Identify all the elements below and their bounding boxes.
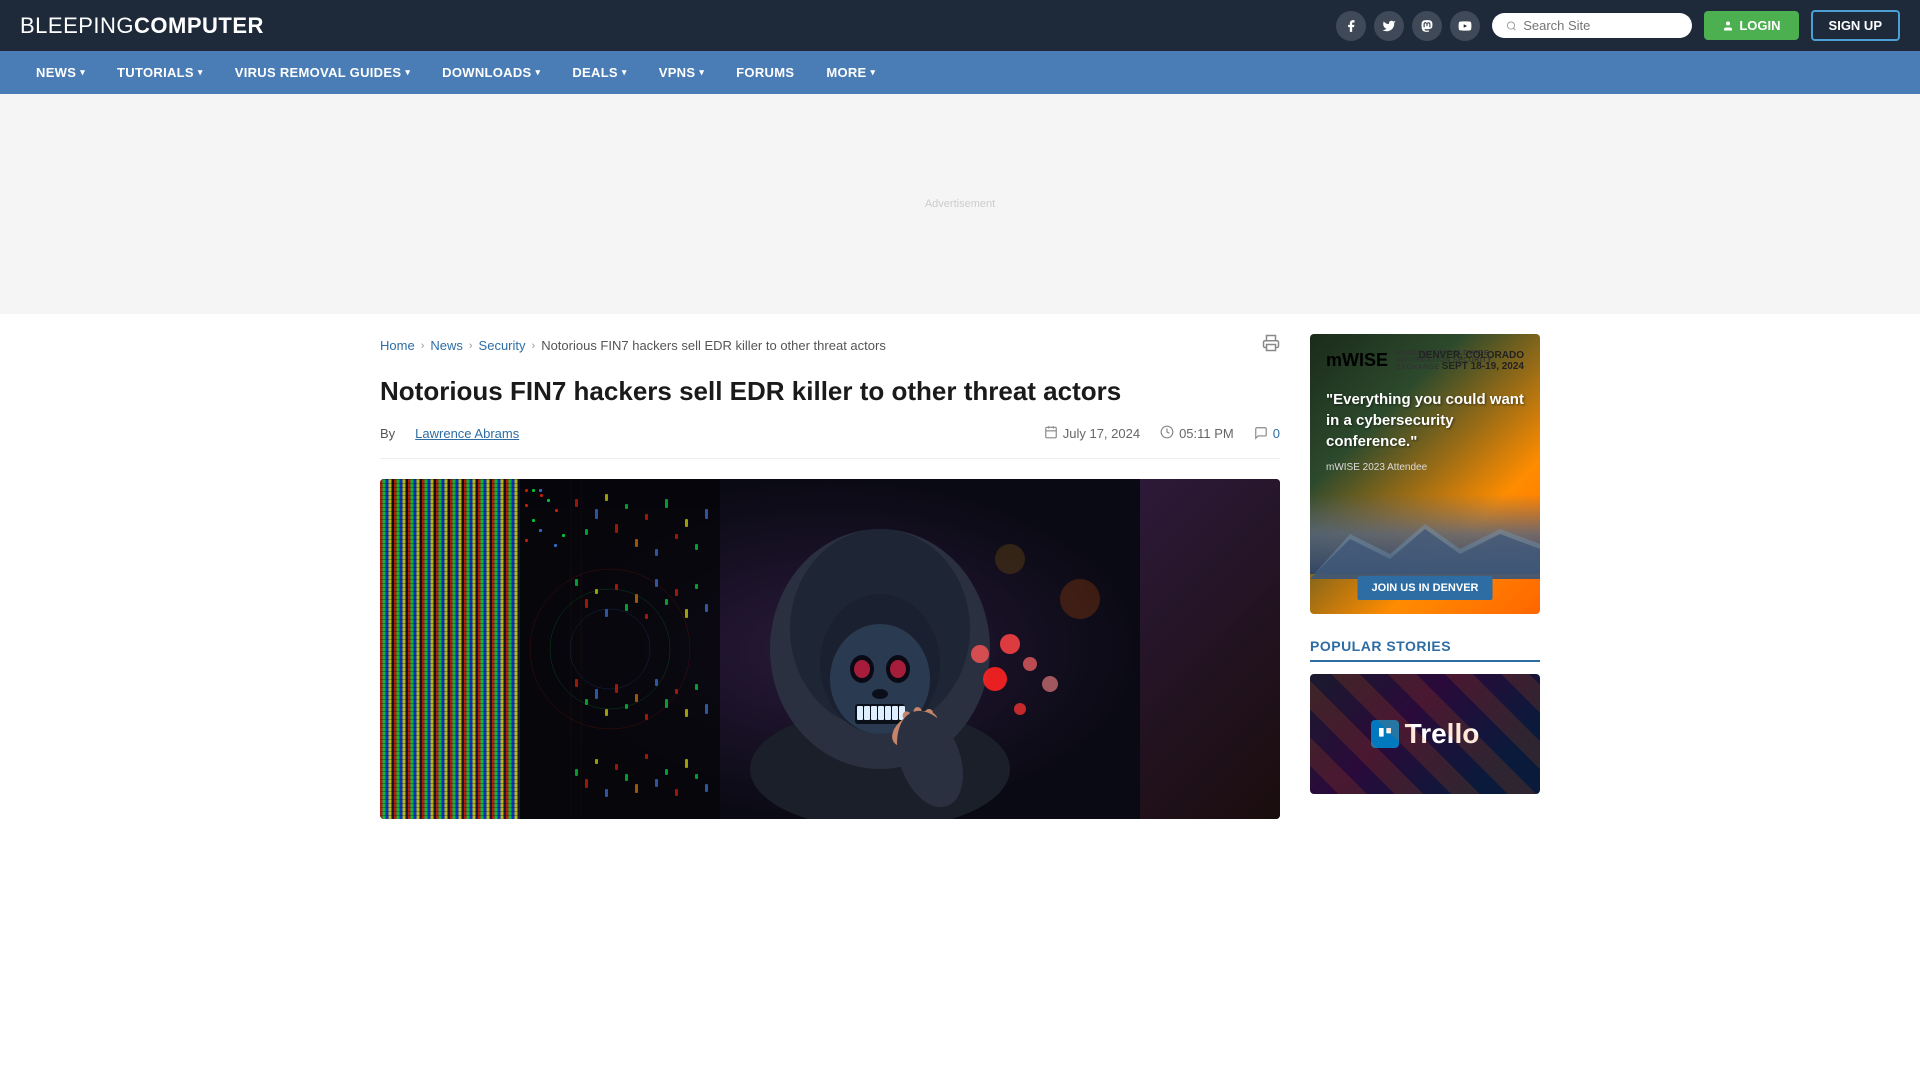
search-box[interactable]: [1492, 13, 1692, 38]
chevron-down-icon: ▾: [405, 67, 410, 78]
calendar-icon: [1044, 425, 1058, 442]
author-by-label: By: [380, 426, 395, 441]
article-date: July 17, 2024: [1044, 425, 1140, 442]
chevron-down-icon: ▾: [536, 67, 541, 78]
breadcrumb-separator: ›: [469, 340, 473, 352]
nav-item-tutorials[interactable]: TUTORIALS ▾: [101, 51, 219, 94]
ad-banner-top: Advertisement: [0, 94, 1920, 314]
ad-cta-button[interactable]: JOIN US IN DENVER: [1358, 576, 1493, 600]
sidebar-ad[interactable]: mWISE MANDIANT WORLDWIDE INFORMATION SEC…: [1310, 334, 1540, 614]
comment-icon: [1254, 426, 1268, 440]
hacker-illustration: [380, 479, 1280, 819]
article-comments: 0: [1254, 426, 1280, 441]
breadcrumb-security[interactable]: Security: [479, 338, 526, 353]
youtube-icon[interactable]: [1450, 11, 1480, 41]
article-time: 05:11 PM: [1160, 425, 1234, 442]
ad-location: DENVER, COLORADO SEPT 18-19, 2024: [1418, 350, 1524, 372]
clock-icon: [1160, 425, 1174, 442]
nav-item-forums[interactable]: FORUMS: [720, 51, 810, 94]
popular-stories-title: POPULAR STORIES: [1310, 638, 1540, 662]
chevron-down-icon: ▾: [871, 67, 876, 78]
logo-regular: BLEEPING: [20, 13, 134, 38]
breadcrumb-separator: ›: [532, 340, 536, 352]
popular-stories-section: POPULAR STORIES Trello: [1310, 638, 1540, 794]
user-icon: [1722, 20, 1734, 32]
comments-link[interactable]: 0: [1273, 426, 1280, 441]
site-logo[interactable]: BLEEPINGCOMPUTER: [20, 13, 264, 39]
main-content: Home › News › Security › Notorious FIN7 …: [360, 314, 1560, 839]
main-navigation: NEWS ▾ TUTORIALS ▾ VIRUS REMOVAL GUIDES …: [0, 51, 1920, 94]
facebook-icon[interactable]: [1336, 11, 1366, 41]
breadcrumb-news[interactable]: News: [430, 338, 463, 353]
logo-bold: COMPUTER: [134, 13, 264, 38]
ad-attribution: mWISE 2023 Attendee: [1326, 462, 1524, 473]
article-image: [380, 479, 1280, 819]
print-icon[interactable]: [1262, 334, 1280, 357]
social-icons: [1336, 11, 1480, 41]
popular-story-trello[interactable]: Trello: [1310, 674, 1540, 794]
chevron-down-icon: ▾: [80, 67, 85, 78]
header-right: LOGIN SIGN UP: [1336, 10, 1900, 41]
chevron-down-icon: ▾: [699, 67, 704, 78]
chevron-down-icon: ▾: [198, 67, 203, 78]
breadcrumb-separator: ›: [421, 340, 425, 352]
search-input[interactable]: [1523, 18, 1678, 33]
chevron-down-icon: ▾: [622, 67, 627, 78]
signup-button[interactable]: SIGN UP: [1811, 10, 1900, 41]
search-icon: [1506, 20, 1517, 32]
ad-logo: mWISE: [1326, 350, 1388, 371]
mastodon-icon[interactable]: [1412, 11, 1442, 41]
article-title: Notorious FIN7 hackers sell EDR killer t…: [380, 375, 1280, 409]
article-area: Home › News › Security › Notorious FIN7 …: [380, 334, 1280, 819]
ad-quote: "Everything you could want in a cybersec…: [1326, 389, 1524, 452]
mountain-decoration: [1310, 519, 1540, 579]
nav-item-vpns[interactable]: VPNS ▾: [643, 51, 720, 94]
breadcrumb: Home › News › Security › Notorious FIN7 …: [380, 334, 1280, 357]
breadcrumb-home[interactable]: Home: [380, 338, 415, 353]
breadcrumb-current: Notorious FIN7 hackers sell EDR killer t…: [541, 338, 886, 353]
site-header: BLEEPINGCOMPUTER LOGIN SIGN UP: [0, 0, 1920, 51]
login-button[interactable]: LOGIN: [1704, 11, 1798, 40]
article-meta: By Lawrence Abrams July 17, 2024 05:11 P…: [380, 425, 1280, 459]
nav-item-deals[interactable]: DEALS ▾: [556, 51, 642, 94]
nav-item-news[interactable]: NEWS ▾: [20, 51, 101, 94]
nav-item-virus-removal[interactable]: VIRUS REMOVAL GUIDES ▾: [219, 51, 426, 94]
nav-item-more[interactable]: MORE ▾: [810, 51, 891, 94]
nav-item-downloads[interactable]: DOWNLOADS ▾: [426, 51, 556, 94]
twitter-icon[interactable]: [1374, 11, 1404, 41]
author-link[interactable]: Lawrence Abrams: [415, 426, 519, 441]
sidebar: mWISE MANDIANT WORLDWIDE INFORMATION SEC…: [1310, 334, 1540, 819]
